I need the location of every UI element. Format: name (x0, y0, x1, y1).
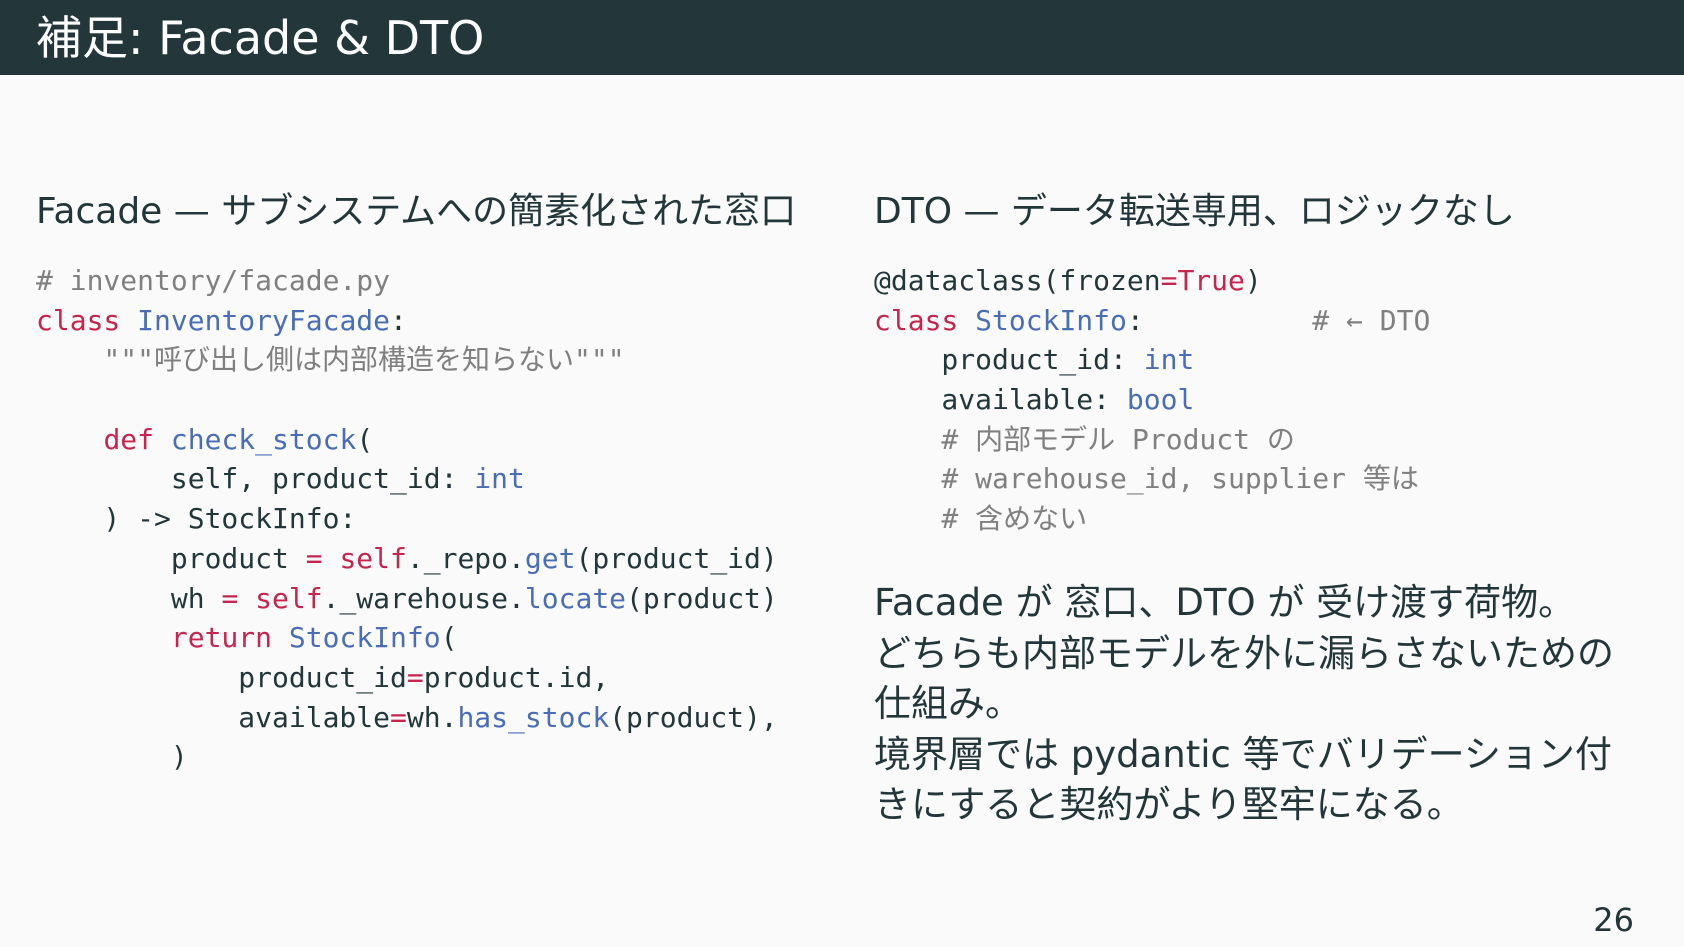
code-token-kw: = (390, 700, 407, 734)
code-token-plain: : (1126, 303, 1144, 337)
code-token-kw: = (1160, 264, 1178, 297)
left-code-line: class InventoryFacade: (36, 301, 778, 341)
right-code-line: @dataclass(frozen=True) (874, 261, 1430, 301)
code-token-kw: True (1177, 264, 1245, 297)
code-token-plain: self, product_id: (36, 462, 475, 496)
code-token-comment: # warehouse_id, supplier 等は (874, 462, 1419, 496)
code-token-comment: """呼び出し側は内部構造を知らない""" (36, 343, 625, 377)
right-code-line: class StockInfo: # ← DTO (874, 301, 1430, 341)
code-token-name: locate (524, 581, 627, 615)
code-token-name: StockInfo (975, 303, 1127, 337)
left-code-line: ) -> StockInfo: (36, 499, 778, 539)
code-token-plain: (product_id) (575, 541, 778, 575)
code-token-plain: product.id, (423, 660, 610, 694)
code-token-comment: # 内部モデル Product の (874, 422, 1295, 456)
page-number: 26 (1593, 901, 1634, 939)
code-token-plain: wh (36, 581, 222, 615)
code-token-plain: ) (36, 740, 188, 774)
code-token-name: has_stock (457, 700, 610, 734)
right-code-line: # warehouse_id, supplier 等は (874, 459, 1430, 499)
left-code-line: ) (36, 737, 778, 777)
code-token-name: bool (1126, 383, 1195, 417)
right-code-line: available: bool (874, 380, 1430, 420)
left-code-line: available=wh.has_stock(product), (36, 698, 778, 738)
code-token-plain: product_id: (874, 343, 1144, 377)
summary-line-1: Facade が 窓口、DTO が 受け渡す荷物。 (874, 581, 1576, 624)
left-code-line: self, product_id: int (36, 459, 778, 499)
right-code-line: # 含めない (874, 499, 1430, 539)
left-code-line: wh = self._warehouse.locate(product) (36, 579, 778, 619)
code-token-kw: class (874, 303, 959, 337)
code-token-kw: = (221, 581, 239, 615)
code-token-plain: (product), (609, 700, 778, 734)
dto-heading: DTO — データ転送専用、ロジックなし (874, 191, 1515, 232)
code-token-name: int (1143, 343, 1195, 377)
code-token-kw: def (103, 422, 155, 456)
left-code-line: product_id=product.id, (36, 658, 778, 698)
left-code-line: # inventory/facade.py (36, 261, 778, 301)
code-token-kw: = (406, 660, 424, 694)
code-token-kw: self (255, 581, 323, 615)
code-token-plain: ) -> StockInfo: (36, 502, 357, 536)
code-token-kw: self (339, 541, 407, 575)
dto-code-block: @dataclass(frozen=True) class StockInfo: … (874, 261, 1430, 539)
code-token-name: int (474, 462, 525, 496)
summary-text: Facade が 窓口、DTO が 受け渡す荷物。 どちらも内部モデルを外に漏ら… (874, 578, 1634, 831)
code-token-name: StockInfo (288, 621, 441, 655)
code-token-plain: @dataclass(frozen (874, 264, 1161, 297)
summary-line-3: 境界層では pydantic 等でバリデーション付きにすると契約がより堅牢になる… (874, 732, 1612, 827)
code-token-kw: return (170, 621, 273, 655)
code-token-plain: wh. (406, 700, 458, 734)
right-code-line: # 内部モデル Product の (874, 420, 1430, 460)
code-token-comment: # ← DTO (1143, 303, 1431, 337)
facade-code-block: # inventory/facade.py class InventoryFaca… (36, 261, 778, 777)
code-token-comment: # 含めない (874, 502, 1088, 536)
code-token-kw: = (305, 541, 323, 575)
code-token-plain: : (390, 303, 407, 337)
code-token-comment: # inventory/facade.py (36, 264, 391, 297)
slide-title: 補足: Facade & DTO (36, 11, 485, 65)
code-token-plain: ._repo. (406, 541, 525, 575)
code-token-name: get (524, 541, 576, 575)
left-code-line (36, 380, 778, 420)
code-token-name: InventoryFacade (137, 303, 391, 337)
left-code-line: def check_stock( (36, 420, 778, 460)
code-token-plain: (product) (626, 581, 778, 615)
code-token-plain: ._warehouse. (322, 581, 525, 615)
code-token-plain: available: (874, 383, 1127, 417)
code-token-plain: product (36, 541, 306, 575)
right-code-line: product_id: int (874, 340, 1430, 380)
left-code-line: """呼び出し側は内部構造を知らない""" (36, 340, 778, 380)
title-bar: 補足: Facade & DTO (0, 0, 1684, 75)
summary-line-2: どちらも内部モデルを外に漏らさないための仕組み。 (874, 631, 1614, 726)
code-token-name: check_stock (170, 422, 357, 456)
code-token-plain: ) (1244, 264, 1262, 297)
code-token-kw: class (36, 303, 121, 337)
code-token-plain: product_id (36, 660, 407, 694)
left-code-line: product = self._repo.get(product_id) (36, 539, 778, 579)
code-token-plain: available (36, 700, 391, 734)
left-code-line: return StockInfo( (36, 618, 778, 658)
code-token-plain: ( (440, 621, 458, 655)
code-token-plain: ( (356, 422, 374, 456)
facade-heading: Facade — サブシステムへの簡素化された窓口 (36, 191, 797, 232)
